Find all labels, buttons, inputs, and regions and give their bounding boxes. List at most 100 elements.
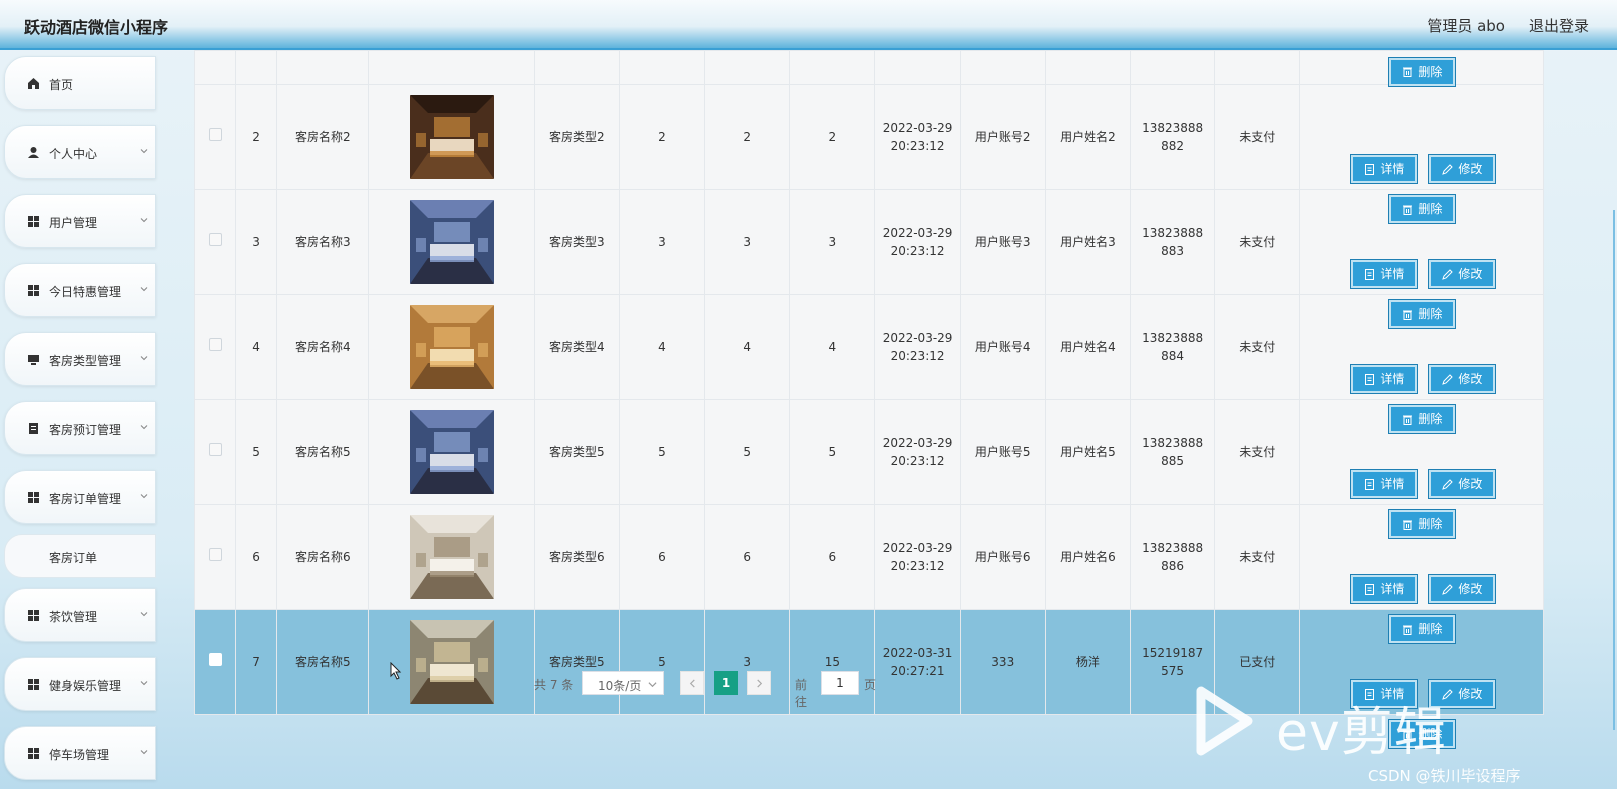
- payment-status-cell: 未支付: [1214, 399, 1301, 505]
- delete-button[interactable]: 删除: [1389, 615, 1456, 643]
- table-row[interactable]: 2 客房名称2 客房类型2 2 2 2 2022-03-29 20:23:12 用户账号2 用户…: [193, 84, 1544, 223]
- delete-button[interactable]: 删除: [1389, 300, 1456, 328]
- edit-button[interactable]: 修改: [1429, 365, 1496, 393]
- sidebar-item-6[interactable]: 客房订单管理: [4, 470, 156, 524]
- table-row[interactable]: 5 客房名称5 客房类型5 5 5 5 2022-03-29 20:23:12 用户账号5 用户…: [193, 399, 1544, 538]
- delete-label: 删除: [1418, 307, 1443, 321]
- room-type-cell-text: 客房类型2: [548, 130, 605, 144]
- row-checkbox[interactable]: [208, 548, 222, 561]
- sidebar-item-5[interactable]: 客房预订管理: [4, 401, 156, 455]
- room-type-cell: [533, 50, 620, 85]
- sidebar-item-4[interactable]: 客房类型管理: [4, 332, 156, 386]
- chevron-down-icon: [140, 356, 148, 361]
- table-row[interactable]: 3 客房名称3 客房类型3 3 3 3 2022-03-29 20:23:12 用户账号3 用户…: [193, 189, 1544, 328]
- sidebar-item-label: 停车场管理: [49, 748, 110, 762]
- table-row-partial[interactable]: 删除: [193, 50, 1544, 86]
- detail-label: 详情: [1380, 162, 1405, 176]
- room-name-cell: 客房名称5: [276, 609, 370, 715]
- user-account-cell: 用户账号5: [959, 399, 1046, 505]
- row-checkbox[interactable]: [208, 653, 222, 666]
- sidebar-item-2[interactable]: 用户管理: [4, 194, 156, 248]
- edit-button[interactable]: 修改: [1429, 260, 1496, 288]
- user-account-cell-text: 用户账号2: [974, 130, 1031, 144]
- index-cell: 7: [235, 609, 278, 715]
- detail-label: 详情: [1380, 372, 1405, 386]
- row-checkbox-cell: [193, 609, 237, 715]
- main-content: 删除 2 客房名称2 客房类型2 2 2 2 2022-03-29 20:23:12 用户账号2…: [166, 50, 1617, 789]
- value-cell-3-text: 2: [828, 130, 837, 144]
- edit-label: 修改: [1458, 372, 1483, 386]
- row-checkbox[interactable]: [208, 233, 222, 246]
- trash-icon: [1403, 310, 1413, 320]
- order-time-cell-text: 2022-03-29 20:23:12: [882, 541, 953, 573]
- order-time-cell: 2022-03-29 20:23:12: [874, 84, 961, 190]
- goto-page-input[interactable]: 1: [821, 671, 859, 695]
- edit-button[interactable]: 修改: [1429, 155, 1496, 183]
- sidebar-item-8[interactable]: 茶饮管理: [4, 588, 156, 642]
- trash-icon: [1403, 205, 1413, 215]
- top-bar: 跃动酒店微信小程序 管理员 abo 退出登录: [0, 0, 1617, 50]
- sidebar-item-0[interactable]: 首页: [4, 56, 156, 110]
- operations-cell: 详情 修改删除: [1299, 84, 1544, 223]
- scrollbar[interactable]: [1613, 210, 1615, 730]
- grid-icon: [28, 679, 39, 690]
- trash-icon: [1403, 415, 1413, 425]
- room-image-cell: [368, 399, 535, 505]
- detail-button[interactable]: 详情: [1351, 575, 1418, 603]
- row-checkbox[interactable]: [208, 443, 222, 456]
- table-row[interactable]: 4 客房名称4 客房类型4 4 4 4 2022-03-29 20:23:12 用户账号4 用户…: [193, 294, 1544, 433]
- phone-cell-text: 13823888885: [1142, 436, 1204, 468]
- prev-page-button[interactable]: [680, 671, 704, 695]
- value-cell-2: 5: [704, 399, 791, 505]
- room-type-cell: 客房类型4: [533, 294, 620, 400]
- app-title: 跃动酒店微信小程序: [24, 18, 169, 37]
- index-cell-text: 3: [252, 235, 260, 249]
- logout-link[interactable]: 退出登录: [1529, 15, 1589, 36]
- sidebar-item-label: 健身娱乐管理: [49, 679, 122, 693]
- detail-label: 详情: [1380, 267, 1405, 281]
- next-page-button[interactable]: [747, 671, 771, 695]
- sidebar-item-1[interactable]: 个人中心: [4, 125, 156, 179]
- room-type-cell: 客房类型5: [533, 399, 620, 505]
- delete-label: 删除: [1418, 64, 1443, 79]
- detail-button[interactable]: 详情: [1351, 365, 1418, 393]
- user-name-cell: 用户姓名2: [1044, 84, 1132, 190]
- room-image-cell: [368, 84, 535, 190]
- user-account-cell: [959, 50, 1046, 85]
- row-checkbox[interactable]: [208, 128, 222, 141]
- order-time-cell: 2022-03-29 20:23:12: [874, 189, 961, 295]
- delete-button[interactable]: 删除: [1389, 510, 1456, 538]
- room-type-cell-text: 客房类型6: [548, 550, 605, 564]
- delete-button[interactable]: 删除: [1389, 405, 1456, 433]
- row-checkbox[interactable]: [208, 338, 222, 351]
- room-image-cell: [368, 504, 535, 610]
- sidebar-subitem-room-order[interactable]: 客房订单: [4, 534, 156, 578]
- value-cell-2-text: 5: [743, 445, 751, 459]
- value-cell-3-text: 6: [828, 550, 837, 564]
- detail-button[interactable]: 详情: [1351, 260, 1418, 288]
- value-cell-1-text: 6: [658, 550, 666, 564]
- phone-cell: 13823888883: [1130, 189, 1216, 295]
- row-checkbox-cell: [193, 294, 237, 400]
- edit-button[interactable]: 修改: [1429, 575, 1496, 603]
- index-cell-text: 6: [252, 550, 260, 564]
- page-size-select[interactable]: 10条/页: [582, 671, 664, 695]
- order-time-cell-text: 2022-03-29 20:23:12: [882, 226, 953, 258]
- delete-button[interactable]: 删除: [1389, 195, 1456, 223]
- delete-button[interactable]: 删除: [1389, 57, 1456, 86]
- value-cell-3-text: 4: [828, 340, 837, 354]
- user-account-cell: 用户账号4: [959, 294, 1046, 400]
- sidebar-item-9[interactable]: 健身娱乐管理: [4, 657, 156, 711]
- detail-button[interactable]: 详情: [1351, 470, 1418, 498]
- user-account-cell-text: 333: [991, 655, 1015, 669]
- sidebar-item-10[interactable]: 停车场管理: [4, 726, 156, 780]
- value-cell-1-text: 4: [658, 340, 666, 354]
- edit-button[interactable]: 修改: [1429, 470, 1496, 498]
- room-name-cell-text: 客房名称2: [294, 130, 351, 144]
- sidebar-item-3[interactable]: 今日特惠管理: [4, 263, 156, 317]
- detail-button[interactable]: 详情: [1351, 155, 1418, 183]
- page-number-active[interactable]: 1: [714, 671, 738, 695]
- value-cell-3: 5: [789, 399, 876, 505]
- table-row[interactable]: 6 客房名称6 客房类型6 6 6 6 2022-03-29 20:23:12 用户账号6 用户…: [193, 504, 1544, 643]
- room-type-cell-text: 客房类型3: [548, 235, 605, 249]
